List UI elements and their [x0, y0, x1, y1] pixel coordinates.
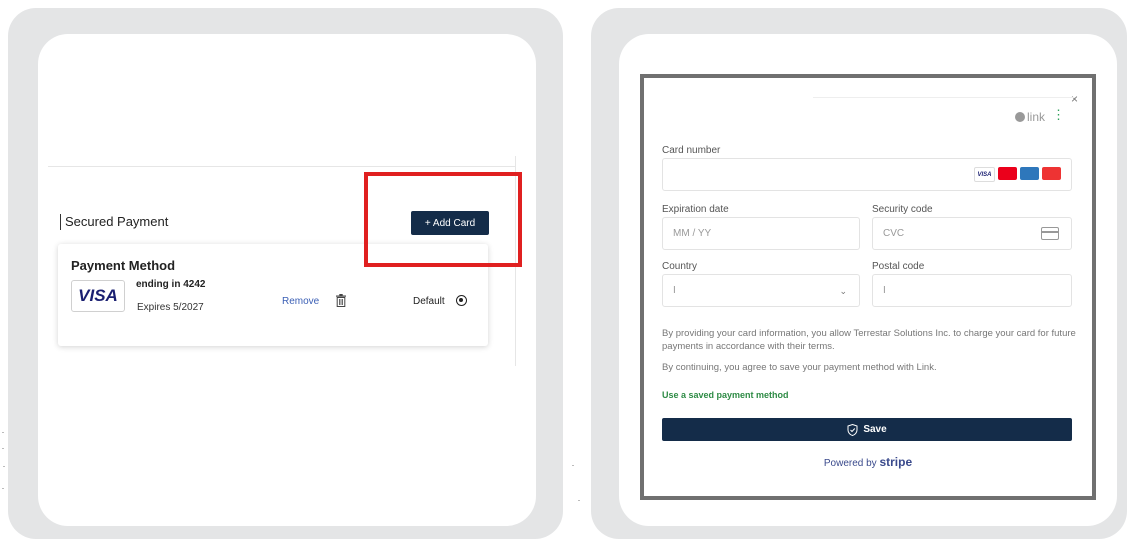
powered-by-stripe: Powered by stripe — [644, 455, 1092, 469]
decorative-dash — [572, 465, 574, 466]
postal-code-label: Postal code — [872, 261, 925, 272]
postal-code-input[interactable]: I — [872, 274, 1072, 307]
expiration-placeholder: MM / YY — [673, 228, 712, 239]
section-title: Secured Payment — [60, 214, 168, 230]
left-panel-frame: Secured Payment + Add Card Payment Metho… — [8, 8, 563, 539]
card-ending: ending in 4242 — [136, 279, 206, 290]
more-options-icon[interactable]: ⋮ — [1052, 107, 1065, 123]
country-label: Country — [662, 261, 698, 272]
decorative-dash — [2, 432, 4, 433]
chevron-down-icon: ⌄ — [839, 286, 847, 296]
use-saved-method-link[interactable]: Use a saved payment method — [662, 390, 789, 400]
powered-prefix: Powered by — [823, 458, 877, 469]
security-code-label: Security code — [872, 204, 933, 215]
card-number-label: Card number — [662, 145, 721, 156]
expiration-input[interactable]: MM / YY — [662, 217, 860, 250]
save-button[interactable]: Save — [662, 418, 1072, 441]
decorative-dash — [3, 466, 5, 467]
decorative-dash — [2, 448, 4, 449]
payment-method-title: Payment Method — [71, 258, 176, 273]
card-brand-icons: VISA — [974, 167, 1061, 182]
link-logo-icon — [1014, 112, 1025, 122]
link-label: link — [1026, 110, 1045, 124]
security-code-input[interactable]: CVC — [872, 217, 1072, 250]
link-consent-text: By continuing, you agree to save your pa… — [662, 362, 937, 373]
stripe-payment-modal: × link ⋮ Card number VISA Expiration dat… — [640, 74, 1096, 500]
stripe-logo: stripe — [879, 455, 913, 469]
default-label: Default — [413, 296, 445, 307]
country-value: I — [673, 285, 676, 296]
security-placeholder: CVC — [883, 228, 905, 239]
terms-text: By providing your card information, you … — [662, 328, 1076, 352]
country-select[interactable]: I ⌄ — [662, 274, 860, 307]
right-panel-frame: × link ⋮ Card number VISA Expiration dat… — [591, 8, 1127, 539]
highlight-box — [364, 172, 522, 267]
decorative-dash — [2, 488, 4, 489]
link-brand: link — [1014, 110, 1045, 124]
save-label: Save — [863, 424, 887, 435]
remove-card-link[interactable]: Remove — [282, 296, 319, 307]
jcb-icon — [1042, 167, 1061, 180]
card-back-icon — [1041, 227, 1059, 240]
shield-icon — [847, 423, 858, 436]
card-number-input[interactable]: VISA — [662, 158, 1072, 191]
right-panel-card: × link ⋮ Card number VISA Expiration dat… — [619, 34, 1117, 526]
link-header: link ⋮ — [813, 97, 1075, 134]
amex-icon — [1020, 167, 1039, 180]
divider — [48, 166, 516, 167]
visa-logo-icon: VISA — [71, 280, 125, 312]
visa-icon: VISA — [974, 167, 995, 182]
trash-icon[interactable] — [335, 294, 347, 307]
left-panel-card: Secured Payment + Add Card Payment Metho… — [38, 34, 536, 526]
mastercard-icon — [998, 167, 1017, 180]
expiration-label: Expiration date — [662, 204, 729, 215]
postal-value: I — [883, 285, 886, 296]
default-radio[interactable] — [456, 295, 467, 306]
card-expiry: Expires 5/2027 — [137, 302, 204, 313]
decorative-dash — [578, 500, 580, 501]
